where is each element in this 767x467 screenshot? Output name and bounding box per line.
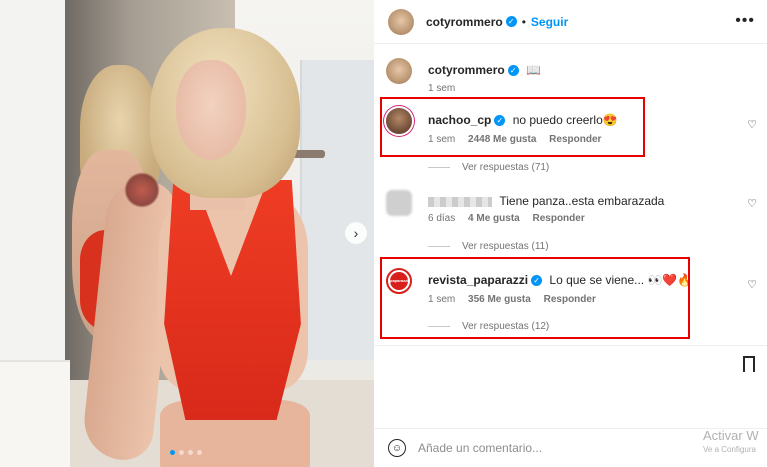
chevron-right-icon: › — [353, 225, 359, 241]
caption-time: 1 sem — [428, 83, 456, 94]
caption-row: cotyrommero ✓ 📖 1 sem — [374, 58, 767, 98]
emoji-icon[interactable]: ☺ — [388, 439, 406, 457]
image-table — [0, 360, 70, 467]
bookmark-icon[interactable] — [743, 356, 755, 374]
heart-icon[interactable]: ♡ — [747, 197, 757, 210]
verified-icon: ✓ — [505, 16, 517, 27]
caption-emoji: 📖 — [526, 63, 541, 77]
comment-time: 6 días — [428, 213, 456, 224]
heart-icon[interactable]: ♡ — [747, 278, 757, 291]
commenter-avatar[interactable] — [386, 190, 412, 216]
comment-body: Tiene panza..esta embarazada — [499, 194, 665, 208]
comment-text: Tiene panza..esta embarazada — [428, 194, 664, 208]
author-username[interactable]: cotyrommero — [426, 15, 503, 29]
carousel-dot — [170, 450, 175, 455]
post-header: cotyrommero ✓ • Seguir ••• — [374, 0, 767, 44]
highlight-box — [380, 97, 645, 157]
action-bar — [374, 345, 767, 381]
caption-text: cotyrommero ✓ 📖 — [428, 63, 541, 77]
separator-dot: • — [521, 14, 526, 29]
caption-username[interactable]: cotyrommero — [428, 63, 505, 77]
view-replies-button[interactable]: Ver respuestas (11) — [428, 241, 549, 252]
carousel-next-button[interactable]: › — [345, 222, 367, 244]
carousel-dot — [197, 450, 202, 455]
view-replies-button[interactable]: Ver respuestas (71) — [428, 162, 549, 173]
view-replies-label: Ver respuestas (11) — [462, 241, 549, 252]
comment-row: Tiene panza..esta embarazada 6 días 4 Me… — [374, 188, 767, 232]
watermark-title: Activar W — [703, 428, 759, 443]
post-image[interactable]: › — [0, 0, 374, 467]
reply-button[interactable]: Responder — [533, 213, 585, 224]
follow-button[interactable]: Seguir — [531, 15, 568, 29]
divider-line — [428, 167, 450, 168]
carousel-dot — [179, 450, 184, 455]
caption-avatar[interactable] — [386, 58, 412, 84]
image-door — [300, 60, 374, 360]
post-side-panel: cotyrommero ✓ • Seguir ••• cotyrommero ✓ … — [374, 0, 767, 467]
carousel-dot — [188, 450, 193, 455]
caption-meta: 1 sem — [428, 83, 465, 94]
comment-meta: 6 días 4 Me gusta Responder — [428, 213, 595, 224]
blurred-username — [428, 196, 492, 207]
comment-likes[interactable]: 4 Me gusta — [468, 213, 520, 224]
author-avatar[interactable] — [388, 8, 414, 35]
carousel-dots — [170, 450, 202, 455]
verified-icon: ✓ — [507, 65, 519, 77]
image-tattoo — [124, 172, 160, 208]
comment-input[interactable] — [418, 441, 678, 455]
watermark-subtitle: Ve a Configura — [703, 445, 756, 454]
more-options-icon[interactable]: ••• — [735, 12, 755, 30]
highlight-box — [380, 257, 690, 339]
heart-icon[interactable]: ♡ — [747, 118, 757, 131]
view-replies-label: Ver respuestas (71) — [462, 162, 550, 173]
divider-line — [428, 246, 450, 247]
image-face — [176, 60, 246, 160]
activation-watermark: Activar W Ve a Configura — [703, 429, 763, 457]
